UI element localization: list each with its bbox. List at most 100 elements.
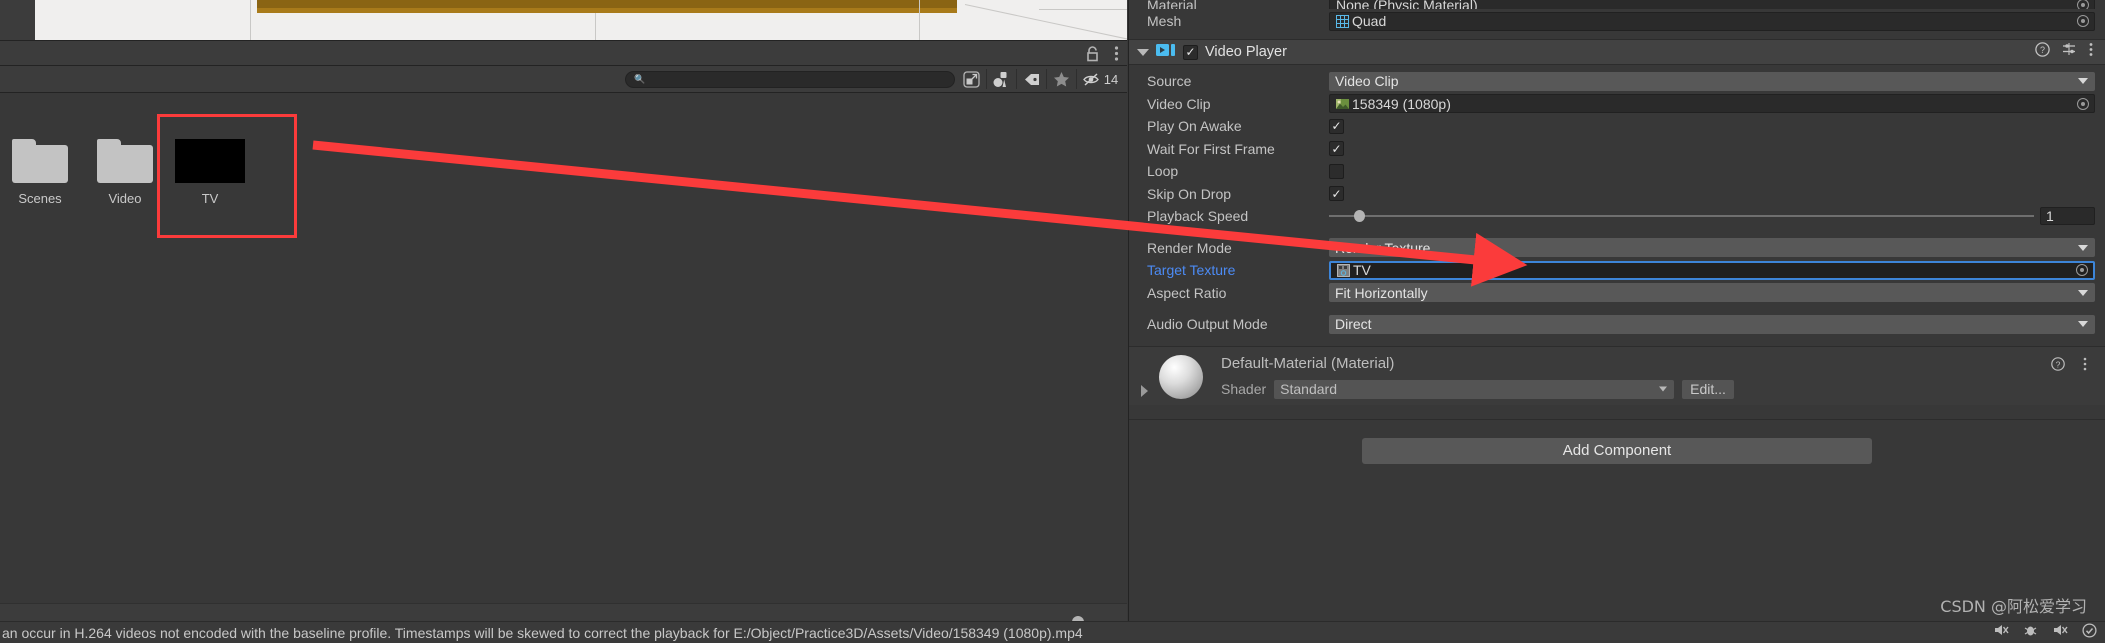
scene-viewport: [35, 0, 1127, 40]
add-component-button[interactable]: Add Component: [1362, 437, 1872, 464]
inspector-row-render-mode[interactable]: Render Mode Render Texture: [1129, 237, 2105, 260]
asset-type-filter-icon[interactable]: [987, 69, 1016, 90]
slider-knob[interactable]: [1354, 210, 1365, 223]
search-icon: 🔍: [634, 73, 646, 84]
help-icon[interactable]: ?: [2035, 42, 2050, 62]
status-message: an occur in H.264 videos not encoded wit…: [2, 624, 1083, 641]
component-enabled-checkbox[interactable]: ✓: [1183, 44, 1198, 60]
chevron-right-icon[interactable]: [1141, 384, 1148, 397]
inspector-row-wait-first-frame[interactable]: Wait For First Frame ✓: [1129, 138, 2105, 161]
tv-asset-annotation-box: [157, 114, 297, 238]
bug-report-icon[interactable]: [2023, 623, 2038, 642]
folder-icon: [97, 139, 153, 183]
search-input[interactable]: [645, 73, 946, 85]
asset-grid[interactable]: Scenes Video TV: [0, 94, 1127, 603]
material-sphere-preview: [1159, 354, 1203, 399]
inspector-row-skip-on-drop[interactable]: Skip On Drop ✓: [1129, 183, 2105, 206]
loop-checkbox[interactable]: [1329, 163, 1344, 179]
scene-view[interactable]: [0, 0, 1127, 40]
object-picker-icon[interactable]: [2077, 15, 2089, 27]
kebab-menu-icon[interactable]: [1114, 45, 1119, 62]
hidden-assets-count[interactable]: 14: [1077, 69, 1123, 90]
mesh-quad-icon: [1336, 14, 1349, 28]
chevron-down-icon: [2078, 321, 2088, 328]
dropdown-value: Direct: [1335, 316, 1372, 333]
inspector-panel: Material None (Physic Material) Mesh Qua…: [1128, 0, 2105, 643]
video-clip-icon: [1336, 97, 1349, 110]
material-object-field[interactable]: None (Physic Material): [1329, 0, 2095, 9]
project-browser-panel: 🔍 14 Scenes Video TV: [0, 40, 1127, 643]
project-search-toolbar: 🔍 14: [0, 66, 1127, 93]
inspector-row-audio-output-mode[interactable]: Audio Output Mode Direct: [1129, 313, 2105, 336]
inspector-row-video-clip[interactable]: Video Clip 158349 (1080p): [1129, 93, 2105, 116]
inspector-row-source[interactable]: Source Video Clip: [1129, 70, 2105, 93]
shader-label: Shader: [1221, 381, 1267, 397]
help-icon[interactable]: ?: [2051, 356, 2065, 376]
object-field-value: TV: [1353, 262, 1371, 279]
playback-speed-value[interactable]: 1: [2040, 207, 2095, 226]
row-label: Material: [1147, 0, 1197, 9]
material-preview-block: Default-Material (Material) Shader Stand…: [1129, 345, 2105, 405]
object-field-value: 158349 (1080p): [1352, 95, 1451, 112]
expand-search-icon[interactable]: [957, 69, 986, 90]
scene-object-gold-bar: [257, 0, 957, 8]
inspector-row-aspect-ratio[interactable]: Aspect Ratio Fit Horizontally: [1129, 282, 2105, 305]
mute-audio-icon[interactable]: [1993, 623, 2009, 642]
edit-shader-button[interactable]: Edit...: [1682, 379, 1734, 399]
dropdown-value: Render Texture: [1335, 239, 1431, 256]
asset-item-video[interactable]: Video: [85, 139, 165, 206]
inspector-row-loop[interactable]: Loop: [1129, 160, 2105, 183]
shader-dropdown[interactable]: Standard: [1274, 379, 1675, 399]
lock-icon[interactable]: [1085, 45, 1100, 62]
kebab-menu-icon[interactable]: [2089, 42, 2093, 62]
unity-editor-window: 🔍 14 Scenes Video TV Material None (Phys…: [0, 0, 2105, 643]
row-label: Playback Speed: [1147, 208, 1249, 225]
chevron-down-icon: [2078, 289, 2088, 296]
inspector-row-play-on-awake[interactable]: Play On Awake ✓: [1129, 115, 2105, 138]
inspector-row-playback-speed[interactable]: Playback Speed 1: [1129, 205, 2105, 228]
favorites-star-icon[interactable]: [1047, 69, 1076, 90]
scene-guide-line-mid: [595, 13, 596, 40]
mesh-object-field[interactable]: Quad: [1329, 11, 2095, 31]
search-input-wrapper[interactable]: 🔍: [625, 70, 955, 88]
object-picker-icon[interactable]: [2077, 0, 2089, 9]
kebab-menu-icon[interactable]: [2083, 357, 2087, 376]
preset-icon[interactable]: [2062, 42, 2077, 62]
row-label: Video Clip: [1147, 95, 1211, 112]
target-texture-object-field[interactable]: TV: [1329, 260, 2095, 280]
inspector-row-mesh[interactable]: Mesh Quad: [1129, 9, 2105, 33]
row-label: Audio Output Mode: [1147, 316, 1268, 333]
dropdown-value: Fit Horizontally: [1335, 284, 1428, 301]
wait-for-first-frame-checkbox[interactable]: ✓: [1329, 141, 1344, 157]
asset-item-scenes[interactable]: Scenes: [0, 139, 80, 206]
hidden-count-label: 14: [1103, 71, 1119, 87]
video-player-component-header[interactable]: ✓ Video Player ?: [1129, 39, 2105, 65]
video-clip-object-field[interactable]: 158349 (1080p): [1329, 94, 2095, 114]
source-dropdown[interactable]: Video Clip: [1329, 71, 2095, 91]
chevron-down-icon[interactable]: [1137, 48, 1149, 56]
asset-label: Video: [108, 191, 142, 206]
object-field-value: None (Physic Material): [1336, 0, 1478, 9]
inspector-row-material[interactable]: Material None (Physic Material): [1129, 0, 2105, 9]
inspector-row-target-texture[interactable]: Target Texture TV: [1129, 259, 2105, 282]
object-picker-icon[interactable]: [2076, 264, 2088, 277]
svg-text:?: ?: [2040, 45, 2045, 55]
skip-on-drop-checkbox[interactable]: ✓: [1329, 186, 1344, 202]
playback-speed-slider[interactable]: [1329, 209, 2034, 223]
row-label: Source: [1147, 73, 1192, 90]
sync-status-icon[interactable]: [2082, 622, 2097, 643]
play-on-awake-checkbox[interactable]: ✓: [1329, 118, 1344, 134]
status-bar[interactable]: an occur in H.264 videos not encoded wit…: [0, 621, 2105, 643]
audio-output-mode-dropdown[interactable]: Direct: [1329, 314, 2095, 334]
render-mode-dropdown[interactable]: Render Texture: [1329, 238, 2095, 258]
label-filter-icon[interactable]: [1017, 69, 1046, 90]
add-component-section: Add Component: [1129, 418, 2105, 464]
warning-mute-icon[interactable]: [2052, 623, 2068, 642]
chevron-down-icon: [2078, 78, 2088, 85]
row-label: Mesh: [1147, 13, 1182, 29]
row-label: Skip On Drop: [1147, 185, 1232, 202]
dropdown-value: Video Clip: [1335, 73, 1399, 90]
aspect-ratio-dropdown[interactable]: Fit Horizontally: [1329, 283, 2095, 303]
object-picker-icon[interactable]: [2077, 97, 2089, 110]
row-label: Wait For First Frame: [1147, 140, 1275, 157]
